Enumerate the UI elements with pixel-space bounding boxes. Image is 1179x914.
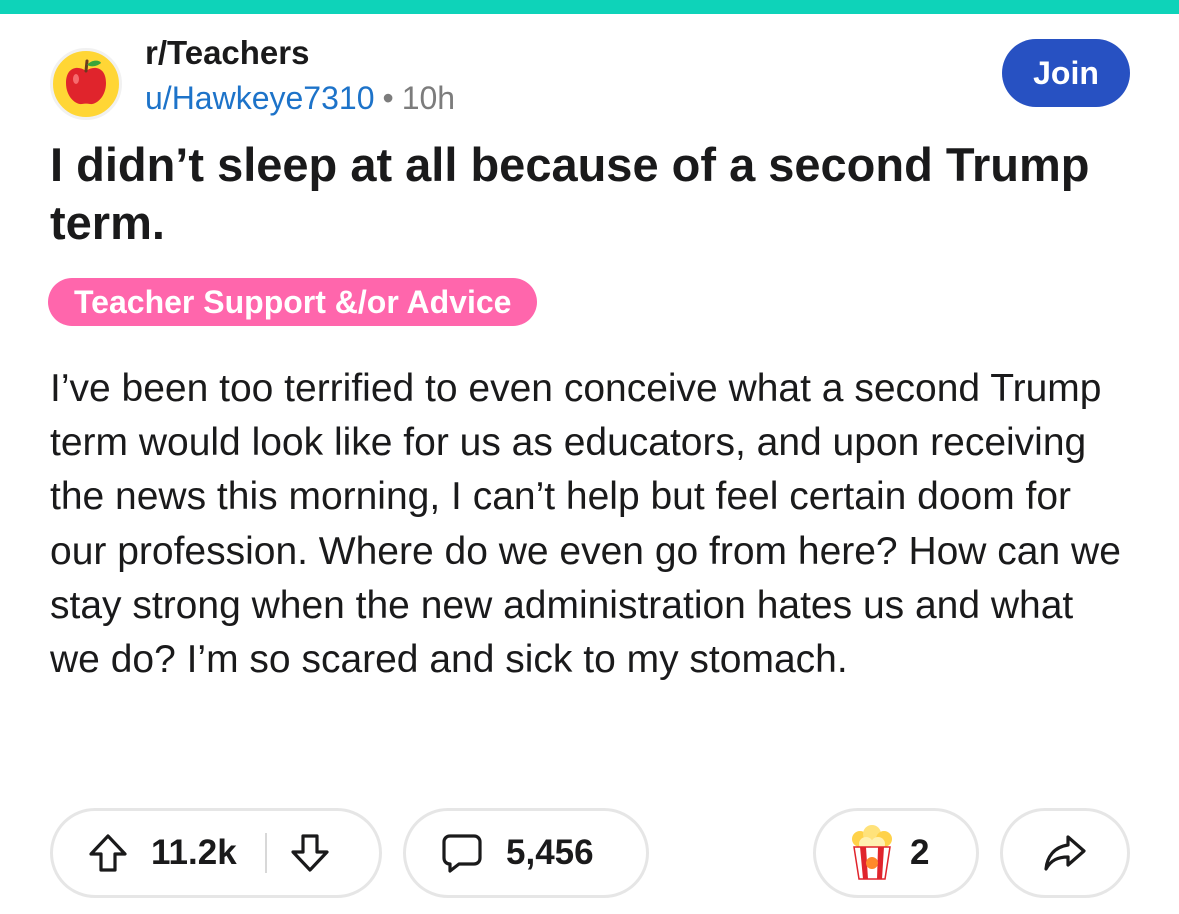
post-age: 10h [401, 80, 456, 116]
award-button[interactable]: 2 [813, 808, 979, 898]
top-accent-bar [0, 0, 1179, 14]
post-title[interactable]: I didn’t sleep at all because of a secon… [50, 136, 1130, 252]
share-arrow-icon [1042, 833, 1088, 873]
share-button[interactable] [1000, 808, 1130, 898]
subreddit-name[interactable]: r/Teachers [145, 34, 309, 72]
comment-count: 5,456 [506, 833, 594, 872]
meta-separator: • [382, 80, 394, 116]
upvote-arrow-icon[interactable] [87, 832, 129, 874]
subreddit-avatar[interactable] [50, 48, 122, 120]
apple-icon [62, 57, 110, 112]
join-button[interactable]: Join [1002, 39, 1130, 107]
comment-bubble-icon [440, 831, 484, 875]
downvote-arrow-icon[interactable] [289, 832, 331, 874]
post-flair[interactable]: Teacher Support &/or Advice [48, 278, 538, 326]
vote-count: 11.2k [151, 833, 237, 872]
comments-button[interactable]: 5,456 [403, 808, 649, 898]
post-meta: u/Hawkeye7310 • 10h [145, 80, 455, 117]
post-body: I’ve been too terrified to even conceive… [50, 367, 1121, 682]
author-username[interactable]: u/Hawkeye7310 [145, 80, 374, 116]
award-count: 2 [910, 833, 930, 872]
vote-control: 11.2k [50, 808, 382, 898]
popcorn-award-icon [846, 825, 898, 881]
post-header: r/Teachers u/Hawkeye7310 • 10h Join [50, 34, 1130, 126]
vote-divider [264, 833, 267, 873]
